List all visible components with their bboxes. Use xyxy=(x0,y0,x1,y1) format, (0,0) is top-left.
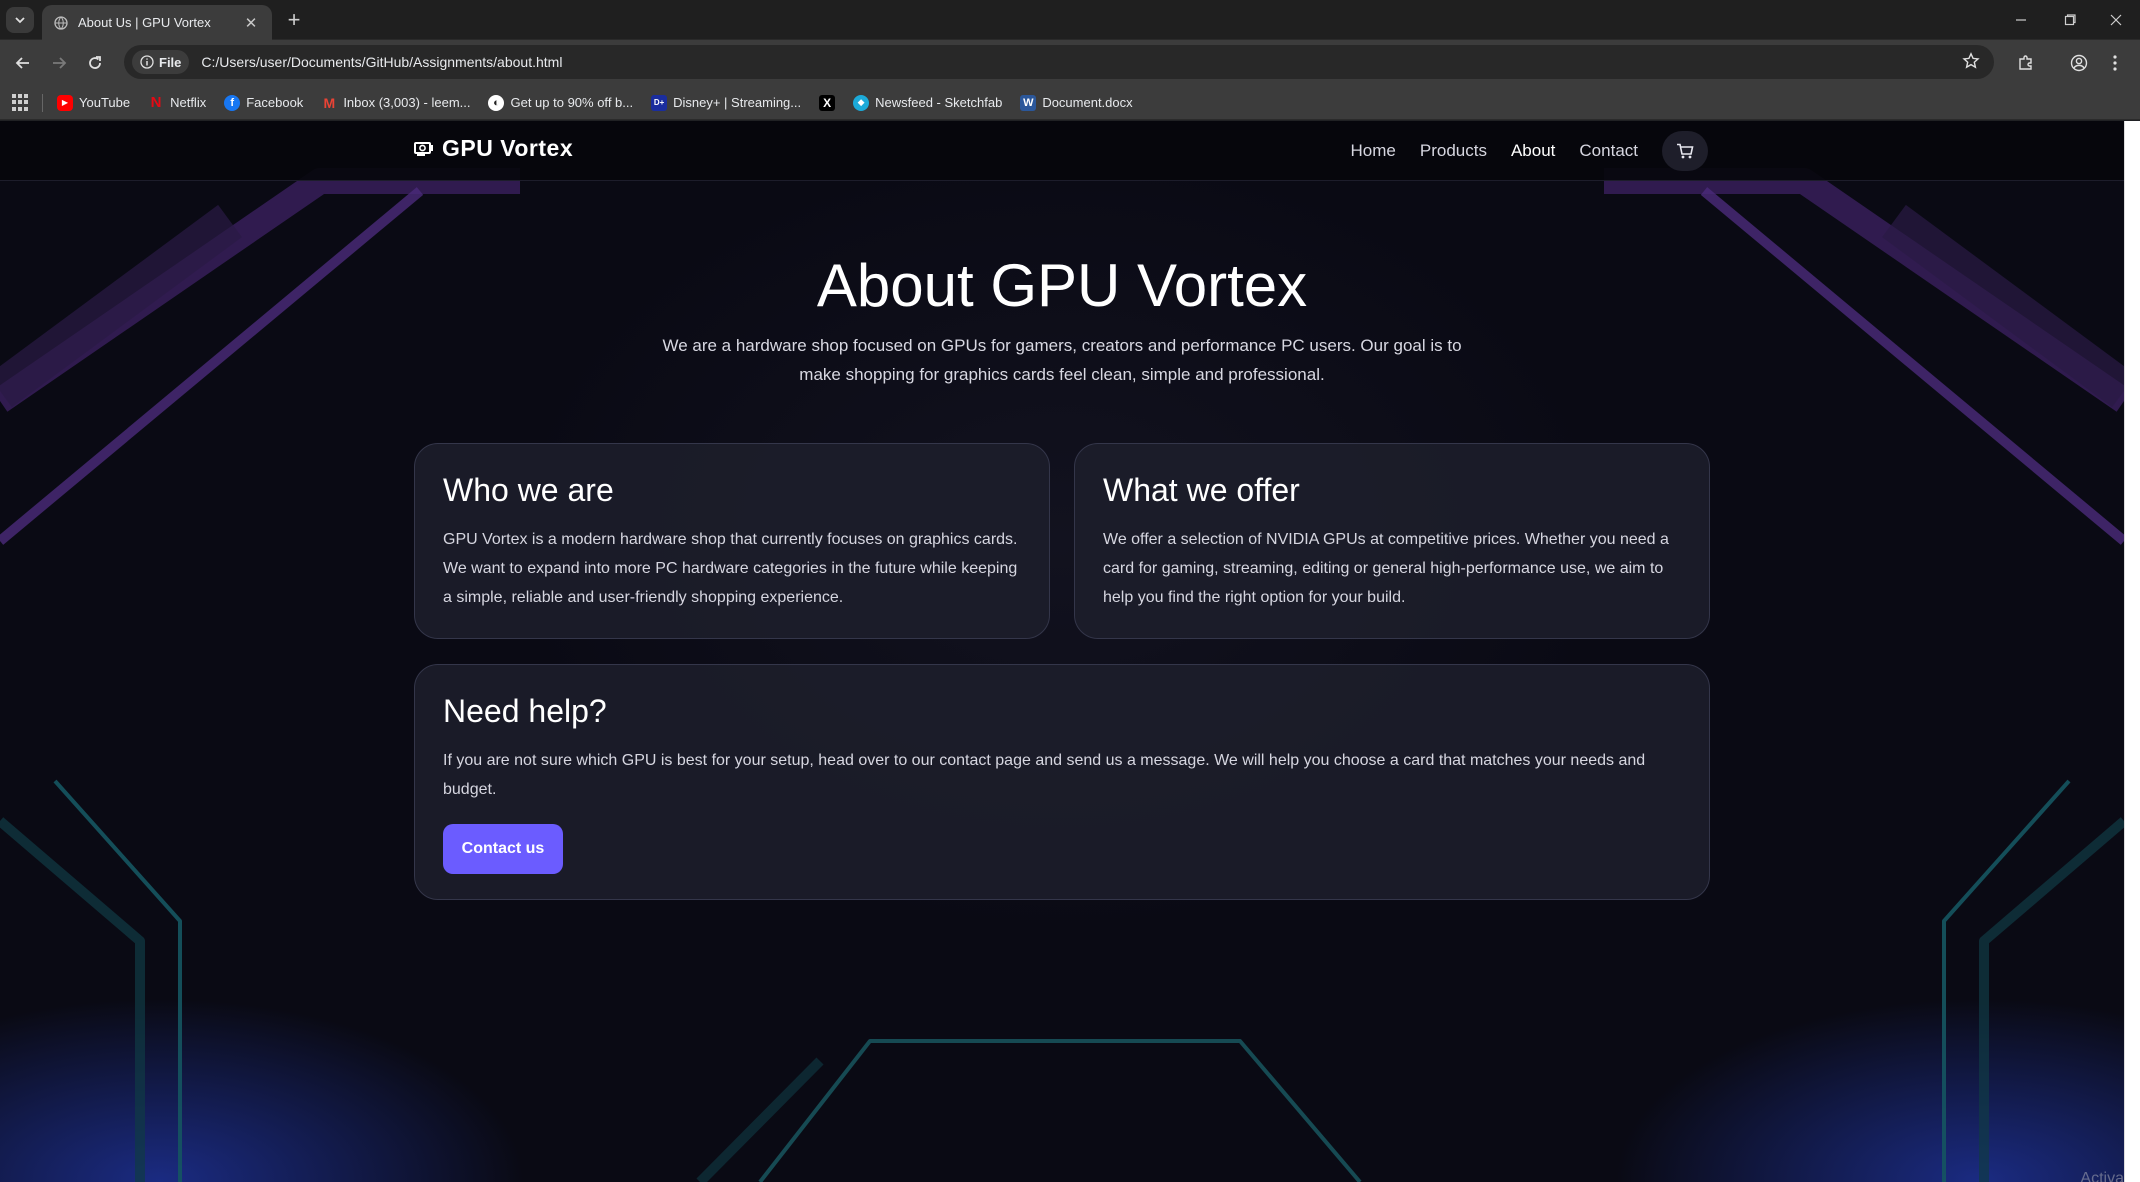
close-tab-icon[interactable]: ✕ xyxy=(242,14,260,32)
page-title: About GPU Vortex xyxy=(816,252,1308,319)
logo-text: GPU Vortex xyxy=(442,135,574,161)
card-title: Who we are xyxy=(443,472,614,508)
browser-menu-button[interactable] xyxy=(2102,50,2128,76)
bookmark-label: Document.docx xyxy=(1042,95,1133,110)
close-icon xyxy=(2110,14,2122,26)
tab-about[interactable]: About Us | GPU Vortex ✕ xyxy=(42,5,272,40)
minimize-icon xyxy=(2016,19,2026,21)
reload-icon xyxy=(89,56,101,69)
cart-icon xyxy=(1677,143,1694,159)
arrow-right-icon xyxy=(53,57,67,69)
page-viewport: GPU Vortex Home Products About Contact A… xyxy=(0,121,2124,1182)
close-window-button[interactable] xyxy=(2094,8,2138,32)
deal-icon: ◐ xyxy=(488,94,505,111)
restore-icon xyxy=(2064,14,2076,26)
profile-icon xyxy=(2070,54,2088,72)
bookmark-sketchfab[interactable]: ◆ Newsfeed - Sketchfab xyxy=(853,94,1003,111)
youtube-icon: ▶ xyxy=(57,94,73,111)
bookmark-x[interactable]: X xyxy=(819,94,836,111)
nav-about[interactable]: About xyxy=(1511,141,1555,161)
forward-button[interactable] xyxy=(46,50,72,76)
bookmarks-separator xyxy=(42,93,43,112)
bookmark-star-button[interactable] xyxy=(1962,52,1980,75)
page-scrollbar[interactable] xyxy=(2124,121,2140,1182)
url-text[interactable]: C:/Users/user/Documents/GitHub/Assignmen… xyxy=(201,54,562,70)
card-text: If you are not sure which GPU is best fo… xyxy=(443,752,1646,798)
scheme-label: File xyxy=(159,54,182,70)
new-tab-button[interactable]: + xyxy=(282,7,306,32)
info-icon xyxy=(140,55,154,69)
main-nav: Home Products About Contact xyxy=(1351,131,1708,171)
activation-watermark: Activa xyxy=(2080,1170,2124,1182)
card-title: What we offer xyxy=(1103,472,1300,508)
browser-toolbar: File C:/Users/user/Documents/GitHub/Assi… xyxy=(0,40,2140,86)
facebook-icon: f xyxy=(224,94,241,111)
card-need-help: Need help? If you are not sure which GPU… xyxy=(414,664,1710,900)
apps-grid-icon[interactable] xyxy=(12,93,30,112)
netflix-icon: N xyxy=(150,94,162,111)
tab-strip: About Us | GPU Vortex ✕ + xyxy=(0,0,2140,40)
bookmark-netflix[interactable]: N Netflix xyxy=(148,94,207,111)
card-text: GPU Vortex is a modern hardware shop tha… xyxy=(443,531,1018,606)
bookmark-label: Facebook xyxy=(246,95,304,110)
card-who-we-are: Who we are GPU Vortex is a modern hardwa… xyxy=(414,443,1050,639)
bookmark-label: Netflix xyxy=(170,95,207,110)
kebab-menu-icon xyxy=(2113,55,2117,71)
cart-button[interactable] xyxy=(1662,131,1708,171)
card-what-we-offer: What we offer We offer a selection of NV… xyxy=(1074,443,1710,639)
bookmark-deal[interactable]: ◐ Get up to 90% off b... xyxy=(488,94,634,111)
chevron-down-icon xyxy=(15,17,25,24)
bookmark-label: Get up to 90% off b... xyxy=(510,95,634,110)
profile-button[interactable] xyxy=(2066,50,2092,76)
bookmark-gmail[interactable]: M Inbox (3,003) - leem... xyxy=(321,95,470,111)
site-logo[interactable]: GPU Vortex xyxy=(414,135,573,162)
gpu-icon xyxy=(414,141,433,156)
site-info-chip[interactable]: File xyxy=(132,50,190,74)
arrow-left-icon xyxy=(15,57,29,69)
back-button[interactable] xyxy=(10,50,36,76)
disney-icon: D+ xyxy=(651,94,668,111)
minimize-button[interactable] xyxy=(1999,8,2043,32)
extensions-button[interactable] xyxy=(2013,50,2039,76)
puzzle-icon xyxy=(2019,55,2032,70)
bookmark-facebook[interactable]: f Facebook xyxy=(224,94,304,111)
bookmark-label: Inbox (3,003) - leem... xyxy=(343,95,471,110)
word-icon: W xyxy=(1020,94,1037,111)
site-header: GPU Vortex Home Products About Contact xyxy=(0,121,2124,181)
address-bar[interactable]: File C:/Users/user/Documents/GitHub/Assi… xyxy=(124,45,1994,79)
gmail-icon: M xyxy=(323,94,336,111)
nav-products[interactable]: Products xyxy=(1420,141,1487,161)
hero-description: We are a hardware shop focused on GPUs f… xyxy=(662,336,1462,384)
bookmark-document[interactable]: W Document.docx xyxy=(1020,94,1133,111)
bookmarks-bar: ▶ YouTube N Netflix f Facebook M Inbox (… xyxy=(0,86,2140,120)
bookmark-label: Disney+ | Streaming... xyxy=(673,95,802,110)
bookmark-label: Newsfeed - Sketchfab xyxy=(875,95,1003,110)
contact-us-button[interactable]: Contact us xyxy=(443,824,563,874)
maximize-button[interactable] xyxy=(2048,8,2092,32)
sketchfab-icon: ◆ xyxy=(853,94,870,111)
globe-icon xyxy=(54,15,68,30)
bookmark-youtube[interactable]: ▶ YouTube xyxy=(57,94,131,111)
nav-home[interactable]: Home xyxy=(1351,141,1396,161)
bookmark-label: YouTube xyxy=(79,95,131,110)
tab-search-button[interactable] xyxy=(6,7,34,33)
star-icon xyxy=(1962,52,1980,69)
reload-button[interactable] xyxy=(82,50,108,76)
card-title: Need help? xyxy=(443,693,607,729)
nav-contact[interactable]: Contact xyxy=(1579,141,1638,161)
bookmark-disney[interactable]: D+ Disney+ | Streaming... xyxy=(651,94,802,111)
tab-title: About Us | GPU Vortex xyxy=(78,15,211,30)
card-text: We offer a selection of NVIDIA GPUs at c… xyxy=(1103,531,1669,606)
x-icon: X xyxy=(819,94,836,111)
